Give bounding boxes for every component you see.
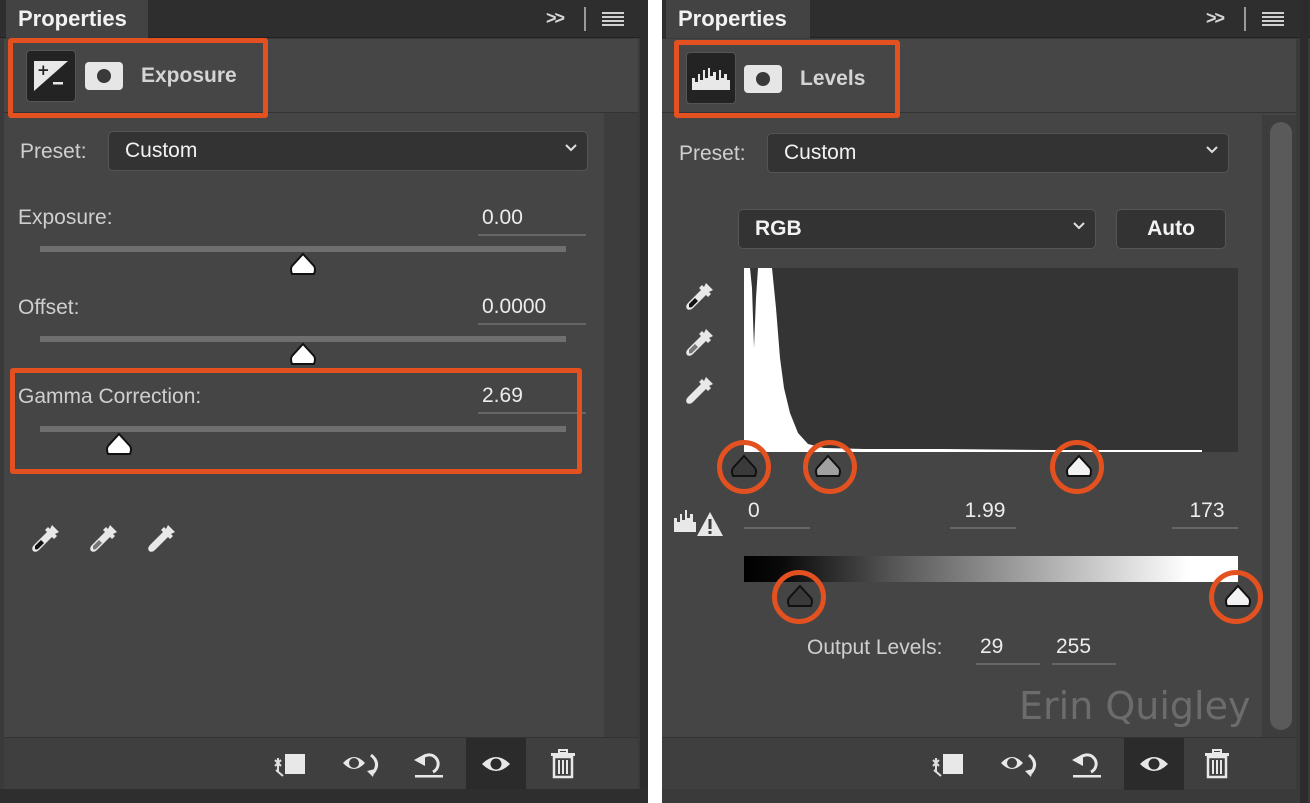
delete-button[interactable]: [1192, 738, 1242, 790]
layer-mask-icon[interactable]: [85, 62, 123, 90]
clip-to-layer-icon: [932, 754, 963, 777]
eye-icon: [1140, 757, 1168, 771]
adjustment-title: Levels: [800, 67, 866, 90]
clip-to-layer-icon: [274, 754, 305, 777]
black-point-eyedropper-icon[interactable]: [28, 522, 62, 556]
toggle-visibility-button[interactable]: [466, 738, 526, 790]
trash-icon: [1205, 749, 1229, 779]
properties-panel-exposure: Properties >> + Exposure Preset: Custom …: [0, 0, 648, 803]
exposure-field[interactable]: 0.00: [478, 206, 586, 236]
svg-text:+: +: [37, 61, 50, 79]
tab-properties[interactable]: Properties: [6, 0, 148, 38]
tab-properties[interactable]: Properties: [666, 0, 810, 38]
gray-point-eyedropper-icon[interactable]: [86, 522, 120, 556]
histogram-graph: [744, 268, 1202, 452]
panel-edge: [640, 0, 648, 803]
eye-cycle-icon: [1001, 753, 1036, 777]
output-black-slider-thumb[interactable]: [786, 584, 814, 610]
channel-value: RGB: [755, 217, 802, 240]
black-point-eyedropper-icon[interactable]: [682, 280, 716, 314]
panel-edge: [1300, 0, 1308, 803]
panel-footer: [662, 737, 1296, 790]
exposure-slider-thumb[interactable]: [289, 252, 317, 278]
input-black-field[interactable]: 0: [744, 499, 810, 529]
reset-icon: [414, 753, 443, 778]
output-white-slider-thumb[interactable]: [1224, 584, 1252, 610]
reset-icon: [1072, 753, 1101, 778]
titlebar-separator: [584, 7, 586, 31]
chevron-down-icon: [565, 144, 577, 152]
panel-titlebar: Properties >>: [662, 0, 1310, 38]
scroll-track[interactable]: [604, 113, 638, 739]
offset-slider-thumb[interactable]: [289, 342, 317, 368]
toggle-visibility-button[interactable]: [1124, 738, 1184, 790]
exposure-icon[interactable]: +: [26, 50, 76, 102]
panel-titlebar: Properties >>: [0, 0, 648, 38]
clipping-warning-icon[interactable]: [673, 508, 725, 538]
preset-label: Preset:: [679, 142, 746, 165]
exposure-label: Exposure:: [18, 206, 113, 229]
preset-dropdown[interactable]: Custom: [767, 133, 1229, 173]
levels-histogram-icon[interactable]: [686, 52, 736, 104]
hamburger-menu-icon[interactable]: [1262, 12, 1284, 26]
panel-bottom-bar: [0, 789, 648, 803]
white-point-eyedropper-icon[interactable]: [682, 374, 716, 408]
preset-dropdown[interactable]: Custom: [108, 131, 588, 171]
clip-to-layer-button[interactable]: [266, 738, 316, 790]
gamma-correction-label: Gamma Correction:: [18, 385, 202, 408]
chevron-down-icon: [1073, 222, 1085, 230]
offset-field[interactable]: 0.0000: [478, 295, 586, 325]
reset-button[interactable]: [404, 738, 454, 790]
scrollbar-thumb[interactable]: [1270, 122, 1292, 730]
delete-button[interactable]: [538, 738, 588, 790]
clip-to-layer-button[interactable]: [924, 738, 974, 790]
preset-value: Custom: [125, 139, 198, 162]
input-white-slider-thumb[interactable]: [1065, 454, 1093, 480]
view-previous-state-button[interactable]: [338, 738, 388, 790]
auto-button[interactable]: Auto: [1116, 209, 1226, 249]
preset-label: Preset:: [20, 140, 87, 163]
input-gamma-field[interactable]: 1.99: [950, 499, 1016, 529]
output-levels-label: Output Levels:: [807, 636, 943, 659]
panel-footer: [4, 737, 638, 790]
white-point-eyedropper-icon[interactable]: [144, 522, 178, 556]
double-chevron-right-icon[interactable]: >>: [546, 8, 565, 29]
double-chevron-right-icon[interactable]: >>: [1206, 8, 1225, 29]
eye-icon: [482, 757, 510, 771]
gamma-correction-field[interactable]: 2.69: [478, 384, 586, 414]
input-white-field[interactable]: 173: [1172, 499, 1238, 529]
input-gamma-slider-thumb[interactable]: [814, 454, 842, 480]
preset-value: Custom: [784, 141, 857, 164]
levels-histogram: [744, 268, 1238, 452]
gray-point-eyedropper-icon[interactable]: [682, 326, 716, 360]
titlebar-separator: [1244, 7, 1246, 31]
watermark-text: Erin Quigley: [1019, 684, 1251, 728]
trash-icon: [551, 749, 575, 779]
reset-button[interactable]: [1062, 738, 1112, 790]
input-black-slider-thumb[interactable]: [730, 454, 758, 480]
chevron-down-icon: [1206, 146, 1218, 154]
adjustment-title: Exposure: [141, 64, 237, 87]
gamma-correction-slider-thumb[interactable]: [105, 432, 133, 458]
eye-cycle-icon: [343, 753, 378, 777]
output-black-field[interactable]: 29: [976, 635, 1040, 665]
output-white-field[interactable]: 255: [1052, 635, 1116, 665]
view-previous-state-button[interactable]: [996, 738, 1046, 790]
channel-dropdown[interactable]: RGB: [738, 209, 1096, 249]
layer-mask-icon[interactable]: [744, 65, 782, 93]
offset-label: Offset:: [18, 296, 80, 319]
hamburger-menu-icon[interactable]: [602, 12, 624, 26]
output-gradient-bar: [744, 556, 1238, 582]
